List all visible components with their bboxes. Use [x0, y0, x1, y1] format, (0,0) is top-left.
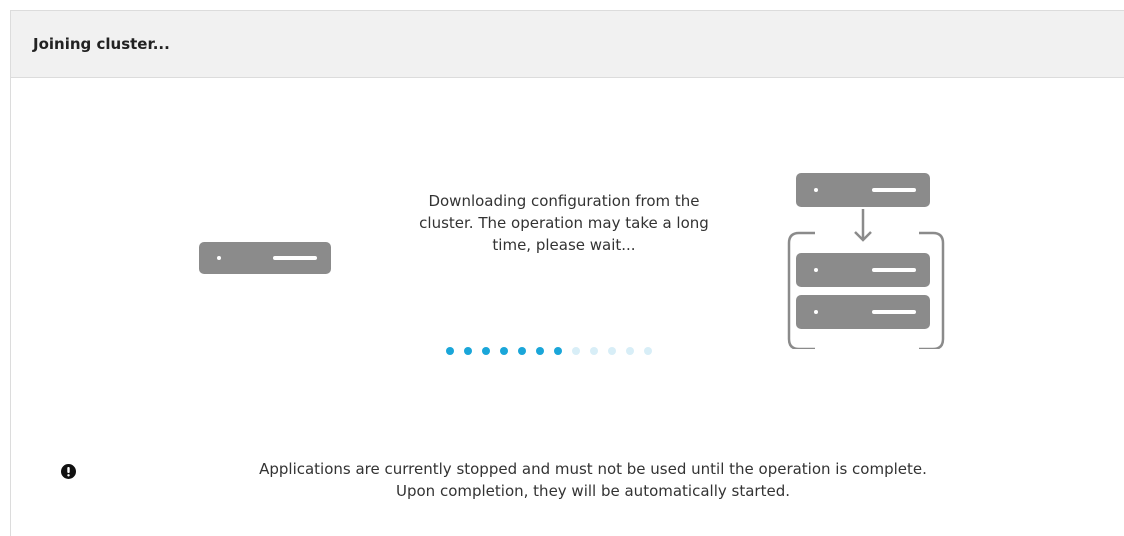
server-slot — [273, 256, 317, 260]
cluster-server-1 — [796, 253, 930, 287]
progress-dot-active — [554, 347, 562, 355]
progress-dot-active — [464, 347, 472, 355]
cluster-servers-icon — [775, 173, 951, 349]
progress-dot-inactive — [572, 347, 580, 355]
progress-dot-inactive — [644, 347, 652, 355]
progress-dot-active — [536, 347, 544, 355]
progress-dot-active — [446, 347, 454, 355]
progress-dot-active — [518, 347, 526, 355]
cluster-source-server — [796, 173, 930, 207]
progress-indicator — [446, 347, 652, 355]
server-icon — [199, 242, 331, 274]
progress-dot-inactive — [626, 347, 634, 355]
warning-notice: Applications are currently stopped and m… — [11, 458, 1124, 518]
cluster-server-2 — [796, 295, 930, 329]
status-message: Downloading configuration from the clust… — [419, 192, 709, 254]
exclamation-circle-icon — [61, 464, 76, 479]
join-cluster-dialog: Joining cluster... Downloading configura… — [10, 10, 1124, 536]
arrow-down-icon — [854, 209, 872, 242]
progress-dot-active — [482, 347, 490, 355]
progress-dot-inactive — [608, 347, 616, 355]
dialog-header: Joining cluster... — [11, 11, 1124, 78]
server-led — [814, 188, 818, 192]
server-led — [217, 256, 221, 260]
warning-text: Applications are currently stopped and m… — [101, 458, 1085, 502]
server-slot — [872, 310, 916, 314]
warning-line-2: Upon completion, they will be automatica… — [396, 482, 790, 500]
server-slot — [872, 268, 916, 272]
dialog-title: Joining cluster... — [33, 35, 170, 53]
server-led — [814, 268, 818, 272]
server-led — [814, 310, 818, 314]
warning-line-1: Applications are currently stopped and m… — [259, 460, 927, 478]
server-slot — [872, 188, 916, 192]
progress-dot-active — [500, 347, 508, 355]
progress-dot-inactive — [590, 347, 598, 355]
